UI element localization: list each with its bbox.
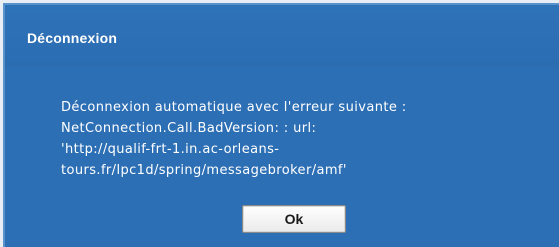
error-message-line: NetConnection.Call.BadVersion: : url: [61, 121, 317, 136]
error-message-line: tours.fr/lpc1d/spring/messagebroker/amf' [61, 163, 347, 178]
error-message-line: 'http://qualif-frt-1.in.ac-orleans- [61, 142, 280, 157]
disconnection-dialog: Déconnexion Déconnexion automatique avec… [0, 0, 559, 247]
ok-button[interactable]: Ok [242, 205, 346, 233]
error-message: Déconnexion automatique avec l'erreur su… [61, 97, 541, 181]
error-message-line: Déconnexion automatique avec l'erreur su… [61, 100, 407, 115]
dialog-titlebar: Déconnexion [5, 5, 559, 67]
dialog-title: Déconnexion [27, 30, 118, 46]
dialog-body: Déconnexion Déconnexion automatique avec… [3, 3, 559, 247]
